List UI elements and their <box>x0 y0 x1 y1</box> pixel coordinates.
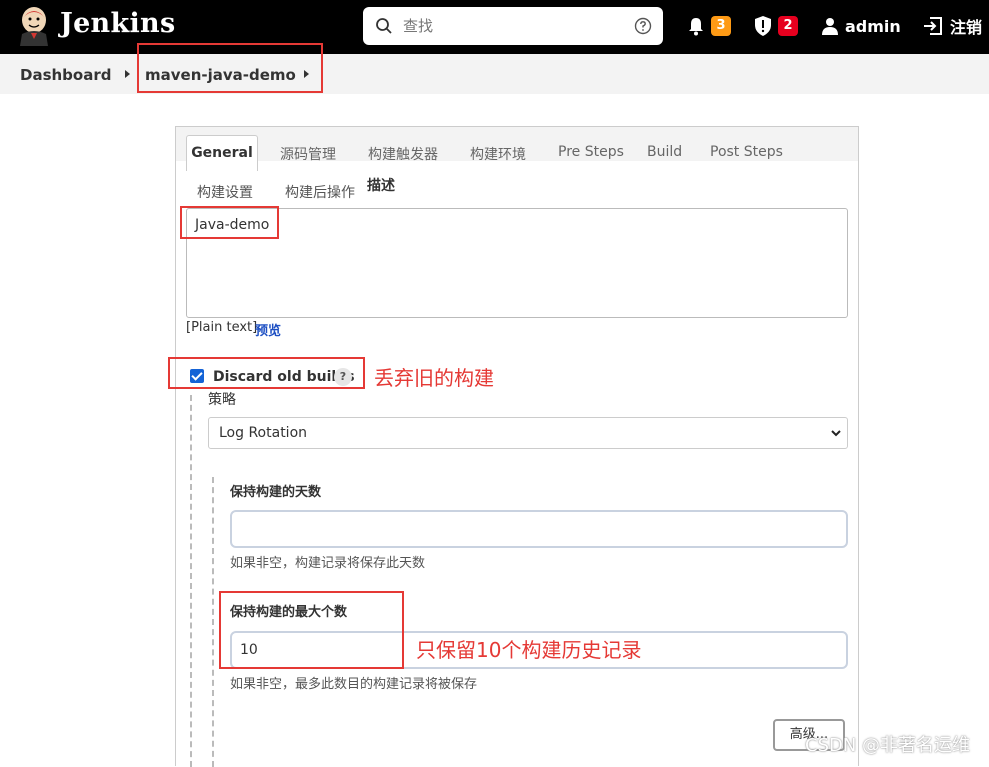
logout-label: 注销 <box>950 18 983 37</box>
annotation-box-job <box>137 43 323 93</box>
annotation-box-description <box>180 206 279 239</box>
tab-post-build-actions[interactable]: 构建后操作 <box>285 182 355 202</box>
watermark: CSDN @非著名运维 <box>805 735 971 756</box>
jenkins-logo-icon[interactable] <box>18 6 50 46</box>
notification-count-badge: 3 <box>711 16 731 36</box>
search-box[interactable] <box>363 7 663 45</box>
breadcrumb-dashboard[interactable]: Dashboard <box>20 66 111 84</box>
subsection-divider <box>212 477 214 767</box>
search-input[interactable] <box>403 7 623 45</box>
bell-icon <box>689 18 703 36</box>
tab-general[interactable]: General <box>186 135 258 171</box>
tab-build[interactable]: Build <box>647 144 682 160</box>
tab-build-environment[interactable]: 构建环境 <box>470 144 526 164</box>
search-icon <box>376 18 392 34</box>
section-divider <box>190 395 192 767</box>
user-icon <box>822 18 838 35</box>
logout-button[interactable]: 注销 <box>922 14 982 38</box>
days-to-keep-hint: 如果非空，构建记录将保存此天数 <box>230 556 426 571</box>
shield-alert-icon <box>755 16 771 36</box>
tab-build-triggers[interactable]: 构建触发器 <box>368 144 438 164</box>
strategy-selected-value: Log Rotation <box>219 425 308 441</box>
annotation-max-builds-text: 只保留10个构建历史记录 <box>416 638 642 662</box>
description-label: 描述 <box>367 178 395 194</box>
max-builds-hint: 如果非空，最多此数目的构建记录将被保存 <box>230 677 478 692</box>
annotation-box-discard <box>168 357 365 389</box>
security-button[interactable]: 2 <box>753 14 798 38</box>
chevron-right-icon[interactable] <box>125 70 130 78</box>
tab-build-settings[interactable]: 构建设置 <box>197 182 253 202</box>
tab-post-steps[interactable]: Post Steps <box>710 144 783 160</box>
preview-link[interactable]: 预览 <box>255 320 281 339</box>
tab-pre-steps[interactable]: Pre Steps <box>558 144 624 160</box>
chevron-down-icon <box>831 430 841 437</box>
user-menu[interactable]: admin <box>821 14 901 38</box>
security-count-badge: 2 <box>778 16 798 36</box>
tab-source-code[interactable]: 源码管理 <box>280 144 336 164</box>
notifications-button[interactable]: 3 <box>686 14 731 38</box>
markup-format-label: [Plain text] <box>186 320 258 335</box>
strategy-select[interactable]: Log Rotation <box>208 417 848 449</box>
brand-title[interactable]: Jenkins <box>60 8 175 39</box>
user-name: admin <box>845 16 901 36</box>
help-icon[interactable] <box>634 17 652 35</box>
days-to-keep-input[interactable] <box>230 510 848 548</box>
annotation-box-max-builds <box>219 591 404 669</box>
days-to-keep-label: 保持构建的天数 <box>230 485 322 500</box>
annotation-discard-text: 丢弃旧的构建 <box>374 366 494 390</box>
strategy-label: 策略 <box>208 392 236 408</box>
description-textarea[interactable]: Java-demo <box>186 208 848 318</box>
logout-icon <box>924 17 942 35</box>
